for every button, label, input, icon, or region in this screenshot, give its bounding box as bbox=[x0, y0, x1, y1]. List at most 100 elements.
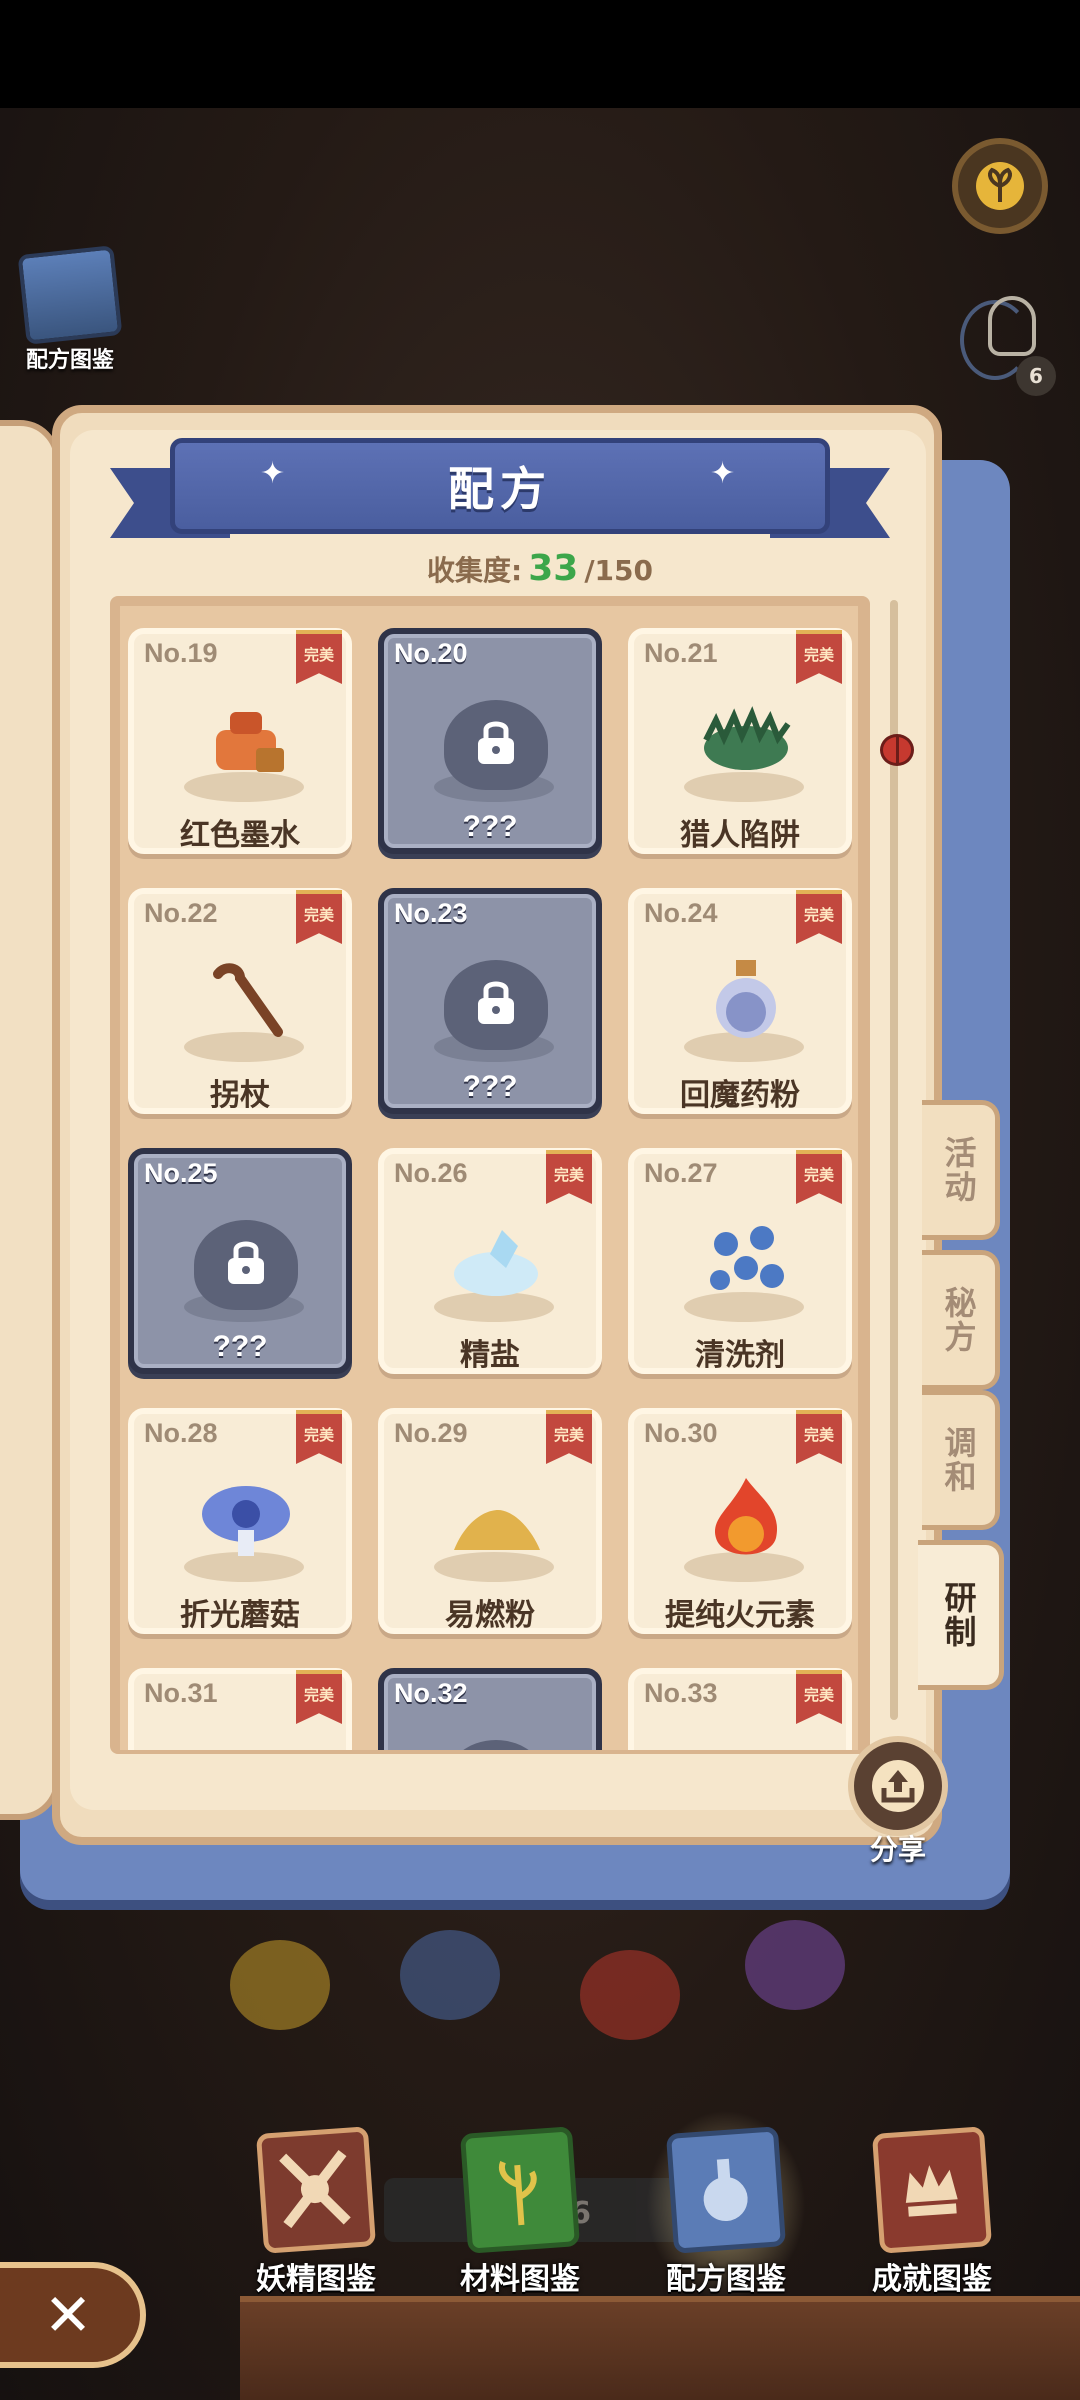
fire-element-icon bbox=[696, 1470, 796, 1570]
tab-activity[interactable]: 活动 bbox=[922, 1100, 1000, 1240]
share-icon bbox=[872, 1760, 924, 1812]
book-left-page bbox=[0, 420, 60, 1820]
hint-button[interactable]: 6 bbox=[958, 290, 1058, 400]
nav-label: 配方图鉴 bbox=[666, 2262, 786, 2297]
recipe-name: 拐杖 bbox=[210, 1079, 270, 1112]
recipe-number: No.28 bbox=[144, 1418, 218, 1448]
shelf-item-blue-flower bbox=[400, 1930, 500, 2020]
recipe-card[interactable]: No.26 完美 精盐 bbox=[378, 1148, 602, 1374]
perfect-badge: 完美 bbox=[796, 890, 842, 944]
recipe-number: No.22 bbox=[144, 898, 218, 928]
salt-crystal-icon bbox=[446, 1210, 546, 1310]
recipe-name: 折光蘑菇 bbox=[180, 1599, 300, 1632]
powder-pile-icon bbox=[446, 1470, 546, 1570]
recipe-name: ??? bbox=[462, 810, 518, 843]
recipe-card[interactable]: No.24 完美 回魔药粉 bbox=[628, 888, 852, 1114]
recipe-card[interactable]: No.20??? bbox=[378, 628, 602, 854]
recipe-card[interactable]: No.29 完美 易燃粉 bbox=[378, 1408, 602, 1634]
share-label: 分享 bbox=[869, 1833, 926, 1866]
recipe-book-label: 配方图鉴 bbox=[25, 347, 114, 372]
nav-label: 妖精图鉴 bbox=[256, 2262, 376, 2297]
nav-label: 材料图鉴 bbox=[460, 2262, 580, 2297]
tab-label: 活动 bbox=[939, 1136, 978, 1204]
collection-current: 33 bbox=[528, 548, 579, 589]
book-icon bbox=[17, 245, 123, 345]
recipe-card[interactable]: No.22 完美拐杖 bbox=[128, 888, 352, 1114]
recipe-number: No.19 bbox=[144, 638, 218, 668]
recipe-card[interactable]: No.27 完美 清洗剂 bbox=[628, 1148, 852, 1374]
title-ribbon: 配方 ✦ ✦ bbox=[110, 428, 890, 548]
recipe-grid[interactable]: No.19 完美 红色墨水 No.20??? No.21 完美 猎人陷阱 No.22 完美 拐杖 N… bbox=[120, 606, 858, 1750]
shelf-item-purple-flower bbox=[745, 1920, 845, 2010]
recipe-card[interactable]: No.31 完美 bbox=[128, 1668, 352, 1750]
perfect-badge: 完美 bbox=[296, 890, 342, 944]
recipe-card[interactable]: No.33 完美 bbox=[628, 1668, 852, 1750]
collection-progress: 收集度: 33 /150 bbox=[380, 548, 700, 589]
shelf-item-tomato bbox=[580, 1950, 680, 2040]
grid-scrollbar[interactable] bbox=[890, 600, 898, 1720]
recipe-book-icon bbox=[665, 2126, 787, 2254]
sparkle-icon: ✦ bbox=[710, 456, 736, 491]
close-icon: ✕ bbox=[43, 2281, 93, 2349]
recipe-card[interactable]: No.23??? bbox=[378, 888, 602, 1114]
hint-count: 6 bbox=[1016, 356, 1056, 396]
recipe-card[interactable]: No.32 bbox=[378, 1668, 602, 1750]
recipe-number: No.20 bbox=[394, 638, 468, 668]
recipe-number: No.25 bbox=[144, 1158, 218, 1188]
recipe-name: 红色墨水 bbox=[180, 819, 300, 852]
share-circle bbox=[848, 1736, 948, 1836]
share-button[interactable]: 分享 bbox=[838, 1736, 958, 1866]
recipe-name: 精盐 bbox=[460, 1339, 520, 1372]
sprout-button[interactable] bbox=[952, 138, 1048, 234]
close-button[interactable]: ✕ bbox=[0, 2262, 146, 2368]
nav-fairy-guide[interactable]: 妖精图鉴 bbox=[226, 2126, 406, 2300]
nav-label: 成就图鉴 bbox=[872, 2262, 992, 2297]
candle-icon bbox=[196, 1730, 296, 1750]
recipe-number: No.21 bbox=[644, 638, 718, 668]
sparkle-icon: ✦ bbox=[260, 456, 286, 491]
bear-trap-icon bbox=[696, 690, 796, 790]
nav-achievement-guide[interactable]: 成就图鉴 bbox=[842, 2126, 1022, 2300]
tab-label: 调和 bbox=[939, 1426, 978, 1494]
recipe-card[interactable]: No.19 完美 红色墨水 bbox=[128, 628, 352, 854]
status-bar bbox=[0, 0, 1080, 108]
perfect-badge: 完美 bbox=[796, 630, 842, 684]
recipe-book-shortcut[interactable]: 配方图鉴 bbox=[10, 245, 130, 380]
nav-recipe-guide[interactable]: 配方图鉴 bbox=[636, 2110, 816, 2300]
perfect-badge: 完美 bbox=[796, 1410, 842, 1464]
blue-flakes-icon bbox=[696, 1210, 796, 1310]
recipe-name: ??? bbox=[462, 1070, 518, 1103]
recipe-number: No.31 bbox=[144, 1678, 218, 1708]
recipe-number: No.23 bbox=[394, 898, 468, 928]
shelf-item-yellow-flower bbox=[230, 1940, 330, 2030]
sprout-icon bbox=[976, 162, 1024, 210]
bottom-shelf bbox=[240, 2296, 1080, 2400]
lock-icon bbox=[474, 976, 518, 1026]
recipe-name: 提纯火元素 bbox=[665, 1599, 815, 1632]
recipe-name: 清洗剂 bbox=[695, 1339, 785, 1372]
tab-label: 秘方 bbox=[939, 1286, 978, 1354]
potion-bottle-icon bbox=[696, 950, 796, 1050]
collection-label: 收集度: bbox=[427, 554, 523, 587]
tab-develop[interactable]: 研制 bbox=[918, 1540, 1004, 1690]
recipe-card[interactable]: No.28 完美 折光蘑菇 bbox=[128, 1408, 352, 1634]
fairy-book-icon bbox=[255, 2126, 377, 2254]
cane-icon bbox=[196, 950, 296, 1050]
tab-secret-recipe[interactable]: 秘方 bbox=[922, 1250, 1000, 1390]
perfect-badge: 完美 bbox=[296, 1670, 342, 1724]
material-book-icon bbox=[459, 2126, 581, 2254]
perfect-badge: 完美 bbox=[546, 1150, 592, 1204]
recipe-name: 易燃粉 bbox=[445, 1599, 535, 1632]
recipe-number: No.29 bbox=[394, 1418, 468, 1448]
recipe-card[interactable]: No.30 完美 提纯火元素 bbox=[628, 1408, 852, 1634]
recipe-card[interactable]: No.25??? bbox=[128, 1148, 352, 1374]
recipe-name: 猎人陷阱 bbox=[680, 819, 800, 852]
collection-total: /150 bbox=[584, 554, 653, 587]
tab-blend[interactable]: 调和 bbox=[922, 1390, 1000, 1530]
perfect-badge: 完美 bbox=[796, 1670, 842, 1724]
recipe-number: No.32 bbox=[394, 1678, 468, 1708]
nav-material-guide[interactable]: 材料图鉴 bbox=[430, 2126, 610, 2300]
recipe-card[interactable]: No.21 完美猎人陷阱 bbox=[628, 628, 852, 854]
tab-label: 研制 bbox=[939, 1581, 978, 1649]
lock-icon bbox=[224, 1236, 268, 1286]
